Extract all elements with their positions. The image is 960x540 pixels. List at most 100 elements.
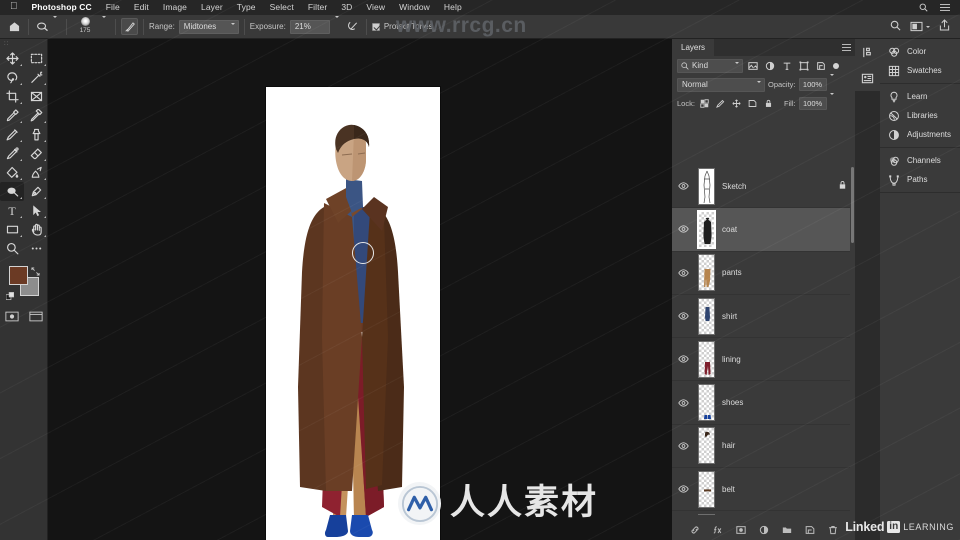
exposure-input[interactable]: 21%: [289, 19, 330, 34]
magic-wand-tool[interactable]: [24, 68, 48, 87]
menu-item-type[interactable]: Type: [230, 0, 263, 15]
blur-tool[interactable]: [24, 163, 48, 182]
layer-thumbnail[interactable]: [698, 470, 715, 508]
layer-visibility-icon[interactable]: [676, 225, 691, 234]
layer-style-fx-icon[interactable]: [712, 524, 724, 536]
layer-visibility-icon[interactable]: [676, 485, 691, 493]
layer-thumbnail[interactable]: [698, 210, 715, 248]
crop-tool[interactable]: [0, 87, 24, 106]
swap-colors-icon[interactable]: [31, 263, 40, 276]
share-icon[interactable]: [939, 18, 950, 36]
menu-item-filter[interactable]: Filter: [301, 0, 335, 15]
layer-locked-icon[interactable]: [838, 177, 847, 195]
table-row[interactable]: Sketch: [672, 165, 855, 209]
table-row[interactable]: skin: [672, 511, 855, 515]
layer-thumbnail[interactable]: [698, 297, 715, 335]
dock-item-paths[interactable]: Paths: [880, 170, 960, 189]
brush-preset-caret[interactable]: [102, 15, 106, 36]
layer-visibility-icon[interactable]: [676, 312, 691, 320]
history-rail-icon[interactable]: [855, 39, 880, 65]
blend-mode-select[interactable]: Normal: [677, 77, 765, 92]
menu-item-help[interactable]: Help: [437, 0, 469, 15]
panel-menu-icon[interactable]: [842, 44, 851, 51]
menu-item-photoshop-cc[interactable]: Photoshop CC: [25, 0, 99, 15]
menu-item-3d[interactable]: 3D: [334, 0, 359, 15]
brush-tool[interactable]: [0, 125, 24, 144]
menu-item-edit[interactable]: Edit: [127, 0, 156, 15]
quick-mask-icon[interactable]: [0, 308, 24, 325]
new-layer-icon[interactable]: [804, 524, 816, 536]
dodge-tool-icon[interactable]: [34, 18, 51, 35]
dock-item-channels[interactable]: Channels: [880, 151, 960, 170]
filter-kind-select[interactable]: Kind: [677, 58, 743, 73]
lock-image-pixels-icon[interactable]: [714, 97, 727, 110]
frame-tool[interactable]: [24, 87, 48, 106]
range-select[interactable]: Midtones: [178, 19, 239, 34]
tool-preset-caret[interactable]: [53, 15, 57, 36]
toolbar-grip[interactable]: ::: [0, 39, 47, 49]
adjustment-filter-icon[interactable]: [763, 59, 777, 73]
options-search-icon[interactable]: [890, 18, 901, 36]
path-selection-tool[interactable]: [24, 201, 48, 220]
menu-item-select[interactable]: Select: [263, 0, 301, 15]
history-brush-tool[interactable]: [0, 144, 24, 163]
exposure-scrubber-caret[interactable]: [334, 15, 339, 36]
table-row[interactable]: hair: [672, 425, 855, 469]
document-canvas[interactable]: [266, 87, 440, 540]
adjustment-layer-icon[interactable]: [758, 524, 770, 536]
gradient-tool[interactable]: [0, 163, 24, 182]
tab-layers[interactable]: Layers: [672, 39, 715, 56]
link-layers-icon[interactable]: [689, 524, 701, 536]
brush-preset-preview[interactable]: 175: [72, 16, 98, 38]
eraser-tool[interactable]: [24, 144, 48, 163]
layer-visibility-icon[interactable]: [676, 269, 691, 277]
layer-thumbnail[interactable]: [698, 384, 715, 422]
pen-tool[interactable]: [24, 182, 48, 201]
lock-position-icon[interactable]: [730, 97, 743, 110]
smart-object-filter-icon[interactable]: [814, 59, 828, 73]
menu-item-layer[interactable]: Layer: [194, 0, 230, 15]
clone-stamp-tool[interactable]: [24, 125, 48, 144]
layer-thumbnail[interactable]: [698, 167, 715, 205]
home-icon[interactable]: [6, 18, 23, 35]
opacity-caret[interactable]: [829, 73, 834, 94]
dock-item-color[interactable]: Color: [880, 42, 960, 61]
healing-brush-tool[interactable]: [24, 106, 48, 125]
layer-visibility-icon[interactable]: [676, 182, 691, 190]
dock-item-learn[interactable]: Learn: [880, 87, 960, 106]
table-row[interactable]: belt: [672, 468, 855, 512]
table-row[interactable]: shirt: [672, 295, 855, 339]
layer-visibility-icon[interactable]: [676, 399, 691, 407]
move-tool[interactable]: [0, 49, 24, 68]
table-row[interactable]: coat: [672, 208, 855, 252]
fill-caret[interactable]: [829, 92, 834, 113]
reset-colors-icon[interactable]: [5, 288, 15, 301]
canvas-area[interactable]: [48, 39, 672, 540]
menu-item-window[interactable]: Window: [392, 0, 437, 15]
layer-thumbnail[interactable]: [698, 340, 715, 378]
delete-layer-icon[interactable]: [827, 524, 839, 536]
dock-item-libraries[interactable]: Libraries: [880, 106, 960, 125]
dock-item-swatches[interactable]: Swatches: [880, 61, 960, 80]
workspace-switcher[interactable]: [910, 21, 930, 32]
add-mask-icon[interactable]: [735, 524, 747, 536]
table-row[interactable]: shoes: [672, 381, 855, 425]
screen-mode-icon[interactable]: [24, 308, 48, 325]
lock-artboard-icon[interactable]: [746, 97, 759, 110]
table-row[interactable]: lining: [672, 338, 855, 382]
lock-transparent-pixels-icon[interactable]: [698, 97, 711, 110]
type-tool[interactable]: T: [0, 201, 24, 220]
table-row[interactable]: pants: [672, 252, 855, 295]
new-group-icon[interactable]: [781, 524, 793, 536]
hand-tool[interactable]: [24, 220, 48, 239]
dodge-tool[interactable]: [0, 182, 24, 201]
properties-rail-icon[interactable]: [855, 65, 880, 91]
eyedropper-tool[interactable]: [0, 106, 24, 125]
lock-all-icon[interactable]: [762, 97, 775, 110]
brush-settings-panel-icon[interactable]: [121, 18, 138, 35]
protect-tones-checkbox[interactable]: Protect Tones: [371, 22, 433, 31]
shape-tool[interactable]: [0, 220, 24, 239]
filter-toggle-icon[interactable]: [833, 62, 839, 69]
menu-item-image[interactable]: Image: [156, 0, 194, 15]
lasso-tool[interactable]: [0, 68, 24, 87]
